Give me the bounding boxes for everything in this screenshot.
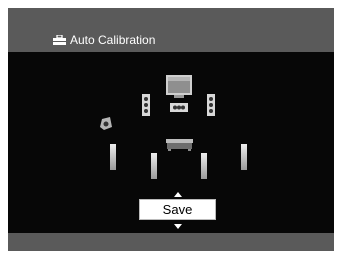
front-left-speaker — [142, 94, 150, 116]
header-bar: Auto Calibration — [8, 8, 334, 52]
up-arrow-icon[interactable] — [174, 192, 182, 197]
toolbox-icon — [53, 35, 66, 45]
tv-screen-icon — [166, 75, 192, 98]
front-right-speaker — [207, 94, 215, 116]
surround-left-speaker — [110, 144, 116, 170]
save-selector[interactable]: Save — [139, 192, 216, 229]
surround-right-speaker — [241, 144, 247, 170]
page-title: Auto Calibration — [53, 33, 155, 47]
save-button[interactable]: Save — [139, 199, 216, 220]
subwoofer — [100, 117, 112, 130]
speaker-layout-area: Save — [8, 52, 334, 233]
calibration-screen: Auto Calibration Save — [8, 8, 334, 251]
listening-position — [166, 139, 193, 151]
down-arrow-icon[interactable] — [174, 224, 182, 229]
surround-back-right-speaker — [201, 153, 207, 179]
center-speaker — [170, 103, 188, 112]
surround-back-left-speaker — [151, 153, 157, 179]
page-title-text: Auto Calibration — [70, 33, 156, 47]
footer-bar — [8, 233, 334, 251]
